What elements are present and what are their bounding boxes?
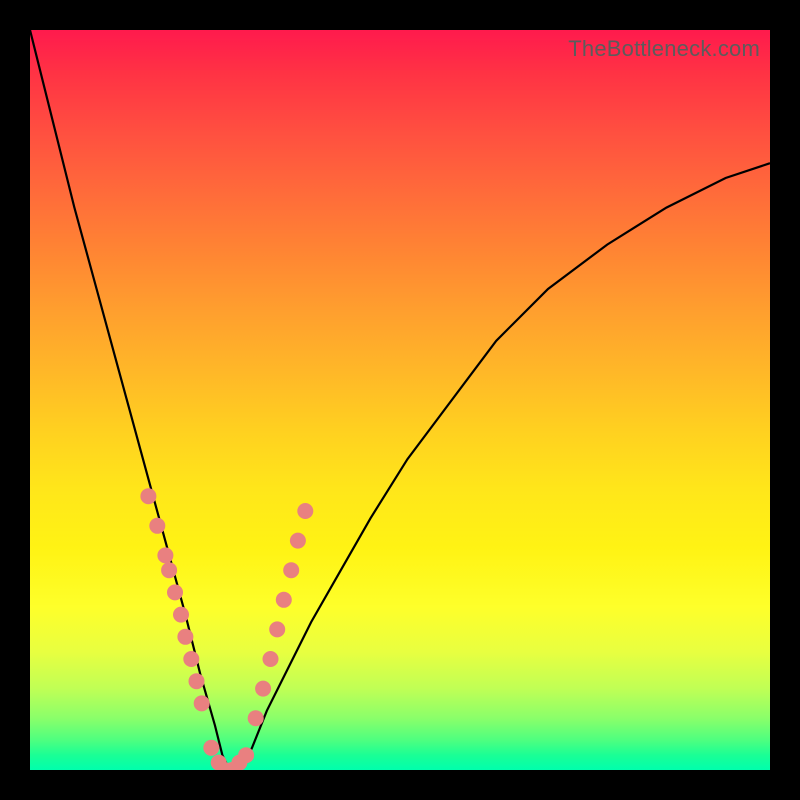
data-point [203, 740, 219, 756]
data-point [167, 584, 183, 600]
data-point [238, 747, 254, 763]
plot-area: TheBottleneck.com [30, 30, 770, 770]
data-point [161, 562, 177, 578]
data-point [194, 695, 210, 711]
bottleneck-curve [30, 30, 770, 770]
data-point [189, 673, 205, 689]
chart-svg [30, 30, 770, 770]
data-point [255, 681, 271, 697]
data-point [269, 621, 285, 637]
chart-frame: TheBottleneck.com [0, 0, 800, 800]
data-point [173, 607, 189, 623]
data-point [297, 503, 313, 519]
data-point [263, 651, 279, 667]
data-point [276, 592, 292, 608]
data-point [149, 518, 165, 534]
data-point [248, 710, 264, 726]
data-point [283, 562, 299, 578]
data-point [157, 547, 173, 563]
data-point [183, 651, 199, 667]
data-point [177, 629, 193, 645]
data-point [140, 488, 156, 504]
data-point [290, 533, 306, 549]
data-points [140, 488, 313, 770]
